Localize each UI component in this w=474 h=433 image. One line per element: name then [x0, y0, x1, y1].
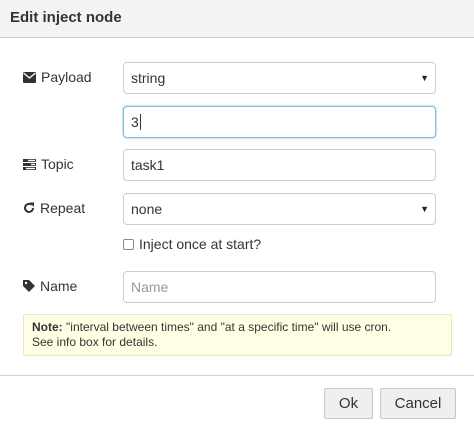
repeat-label: Repeat — [40, 200, 86, 216]
tip-line-2: See info box for details. — [32, 335, 158, 349]
info-tip: Note: "interval between times" and "at a… — [23, 314, 452, 356]
topic-input[interactable]: task1 — [123, 149, 436, 181]
tip-line-1-text: "interval between times" and "at a speci… — [66, 320, 392, 334]
edit-inject-node-dialog: Edit inject node Payload string ▼ 3 Topi… — [0, 0, 474, 433]
cancel-button[interactable]: Cancel — [380, 388, 456, 419]
topic-label: Topic — [41, 156, 74, 172]
inject-once-checkbox[interactable] — [123, 238, 134, 250]
ok-button[interactable]: Ok — [324, 388, 373, 419]
payload-type-select[interactable]: string ▼ — [123, 62, 436, 94]
text-cursor — [139, 114, 141, 130]
chevron-down-icon: ▼ — [420, 73, 429, 83]
inject-once-label[interactable]: Inject once at start? — [139, 236, 261, 252]
tag-icon — [23, 280, 35, 292]
tasks-icon — [23, 158, 36, 170]
repeat-icon — [23, 202, 35, 214]
payload-label: Payload — [41, 69, 92, 85]
tip-note-label: Note: — [32, 320, 63, 334]
repeat-select[interactable]: none ▼ — [123, 193, 436, 225]
name-input[interactable] — [123, 271, 436, 303]
name-label-row: Name — [23, 278, 77, 294]
repeat-value: none — [131, 201, 163, 217]
envelope-icon — [23, 71, 36, 83]
footer-divider — [0, 375, 474, 376]
inject-once-row: Inject once at start? — [123, 236, 261, 252]
payload-value-input[interactable]: 3 — [123, 106, 436, 138]
tip-line-1: Note: "interval between times" and "at a… — [32, 320, 443, 335]
repeat-label-row: Repeat — [23, 200, 85, 216]
payload-value-text: 3 — [131, 114, 139, 130]
dialog-title: Edit inject node — [10, 9, 122, 26]
topic-value: task1 — [131, 157, 165, 173]
topic-label-row: Topic — [23, 156, 74, 172]
payload-type-value: string — [131, 70, 166, 86]
dialog-titlebar: Edit inject node — [0, 0, 474, 38]
name-label: Name — [40, 278, 78, 294]
chevron-down-icon: ▼ — [420, 204, 429, 214]
payload-label-row: Payload — [23, 69, 92, 85]
